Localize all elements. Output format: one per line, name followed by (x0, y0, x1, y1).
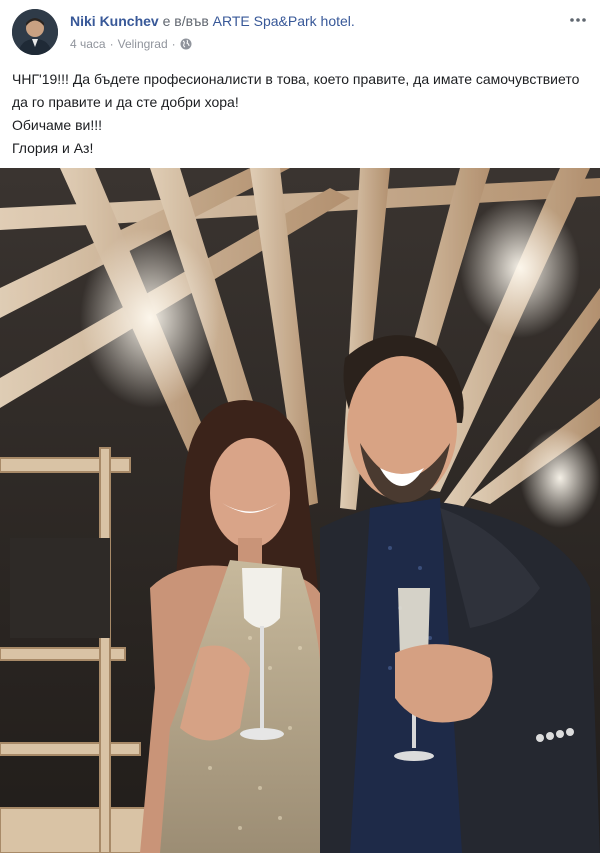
avatar[interactable] (12, 9, 58, 55)
post-text-line: Глория и Аз! (12, 140, 94, 156)
more-horizontal-icon[interactable] (566, 8, 590, 32)
post-header: Niki Kunchev е в/във ARTE Spa&Park hotel… (0, 0, 600, 62)
relation-text: е в/във (158, 13, 213, 29)
location-link[interactable]: Velingrad (118, 36, 168, 52)
place-link[interactable]: ARTE Spa&Park hotel. (213, 13, 355, 29)
timestamp-link[interactable]: 4 часа (70, 36, 106, 52)
post-text-line: Обичаме ви!!! (12, 117, 103, 133)
post-text: ЧНГ'19!!! Да бъдете професионалисти в то… (12, 68, 588, 160)
author-name-link[interactable]: Niki Kunchev (70, 13, 159, 29)
meta-separator: · (109, 37, 114, 51)
author-line: Niki Kunchev е в/във ARTE Spa&Park hotel… (70, 12, 355, 30)
post-photo[interactable] (0, 168, 600, 853)
post-meta: 4 часа · Velingrad · (70, 36, 192, 52)
globe-icon[interactable] (180, 38, 192, 50)
post-text-line: ЧНГ'19!!! Да бъдете професионалисти в то… (12, 71, 580, 110)
meta-separator: · (171, 37, 176, 51)
